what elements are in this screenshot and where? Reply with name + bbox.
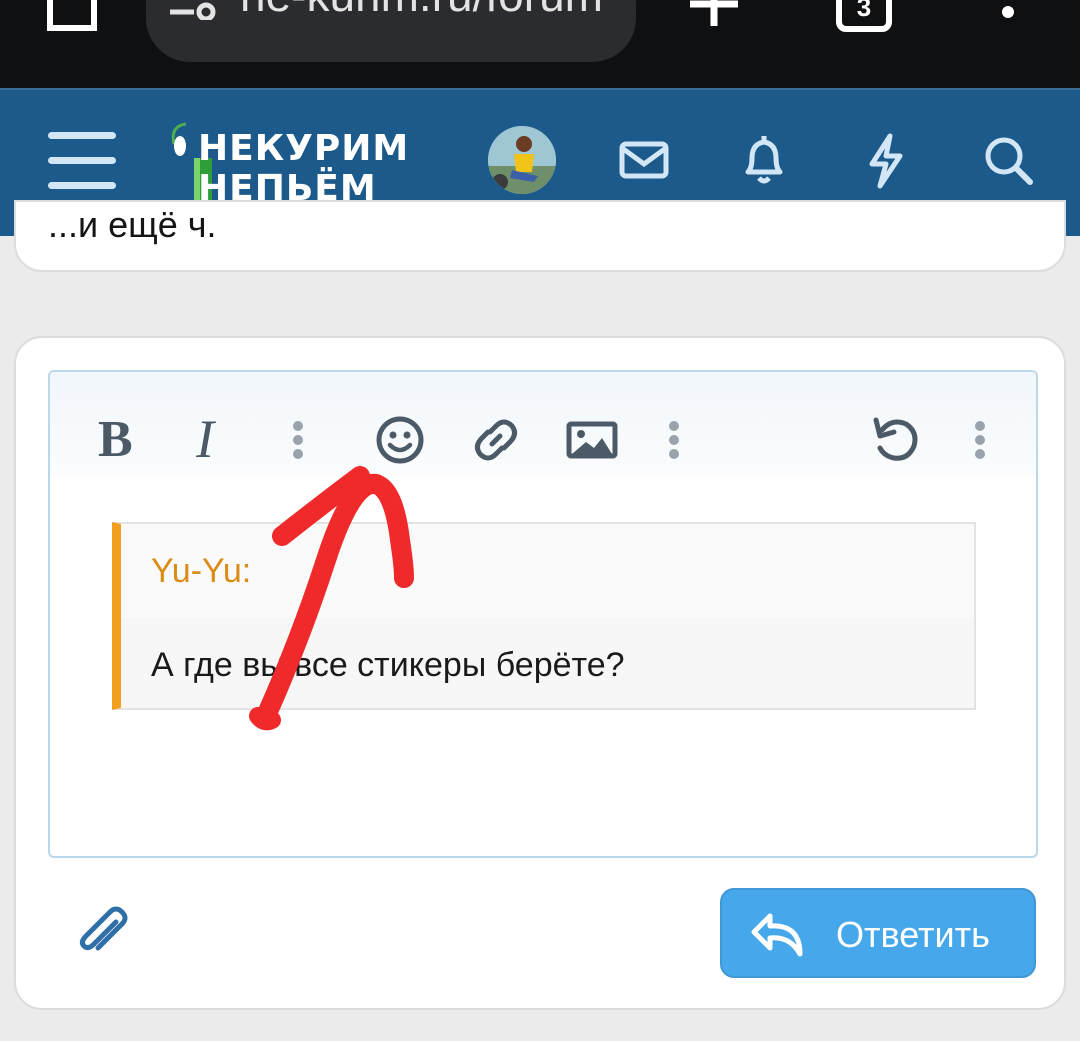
more-formatting-icon[interactable] xyxy=(284,412,312,468)
bold-button[interactable]: B xyxy=(98,410,133,468)
new-tab-icon[interactable] xyxy=(686,0,742,30)
site-logo[interactable]: НЕКУРИМ НЕПЬЁМ xyxy=(166,118,446,210)
quote-header: Yu-Yu: xyxy=(121,524,974,618)
more-options-icon[interactable] xyxy=(966,412,994,468)
bell-icon[interactable] xyxy=(734,130,794,190)
quote-text: А где вы все стикеры берёте? xyxy=(151,646,625,684)
tab-switcher-button[interactable]: 3 xyxy=(836,0,892,32)
envelope-icon[interactable] xyxy=(614,130,674,190)
browser-toolbar: ne-kurim.ru/forum 3 xyxy=(0,0,1080,88)
smiley-icon[interactable] xyxy=(372,412,428,468)
home-icon[interactable] xyxy=(44,0,100,34)
editor-toolbar: B I xyxy=(50,372,1036,476)
image-icon[interactable] xyxy=(564,412,620,468)
search-icon[interactable] xyxy=(978,130,1038,190)
rich-text-editor[interactable]: B I Yu-Yu: А где вы все стикеры берёте? xyxy=(48,370,1038,858)
more-insert-icon[interactable] xyxy=(660,412,688,468)
site-settings-icon[interactable] xyxy=(166,0,218,20)
logo-text-line1: НЕКУРИМ xyxy=(198,128,410,169)
quote-author[interactable]: Yu-Yu: xyxy=(151,552,251,591)
tab-count: 3 xyxy=(856,0,872,22)
avatar-image xyxy=(488,126,556,194)
more-vert-icon[interactable] xyxy=(990,0,1026,40)
lightning-icon[interactable] xyxy=(856,130,916,190)
italic-button[interactable]: I xyxy=(196,408,214,469)
reply-button[interactable]: Ответить xyxy=(720,888,1036,978)
quote-block: Yu-Yu: А где вы все стикеры берёте? xyxy=(112,522,976,710)
previous-post-card: ...и ещё ч. xyxy=(14,200,1066,272)
reply-arrow-icon xyxy=(751,913,803,957)
link-icon[interactable] xyxy=(468,412,524,468)
undo-icon[interactable] xyxy=(866,412,926,468)
quick-reply-form: B I Yu-Yu: А где вы все стикеры берёте? … xyxy=(14,336,1066,1010)
previous-post-text: ...и ещё ч. xyxy=(48,204,217,245)
url-text[interactable]: ne-kurim.ru/forum xyxy=(240,0,603,22)
address-bar[interactable]: ne-kurim.ru/forum xyxy=(146,0,636,62)
user-avatar[interactable] xyxy=(488,126,556,194)
menu-icon[interactable] xyxy=(48,132,116,190)
paperclip-icon[interactable] xyxy=(76,904,132,960)
reply-button-label: Ответить xyxy=(836,914,990,955)
